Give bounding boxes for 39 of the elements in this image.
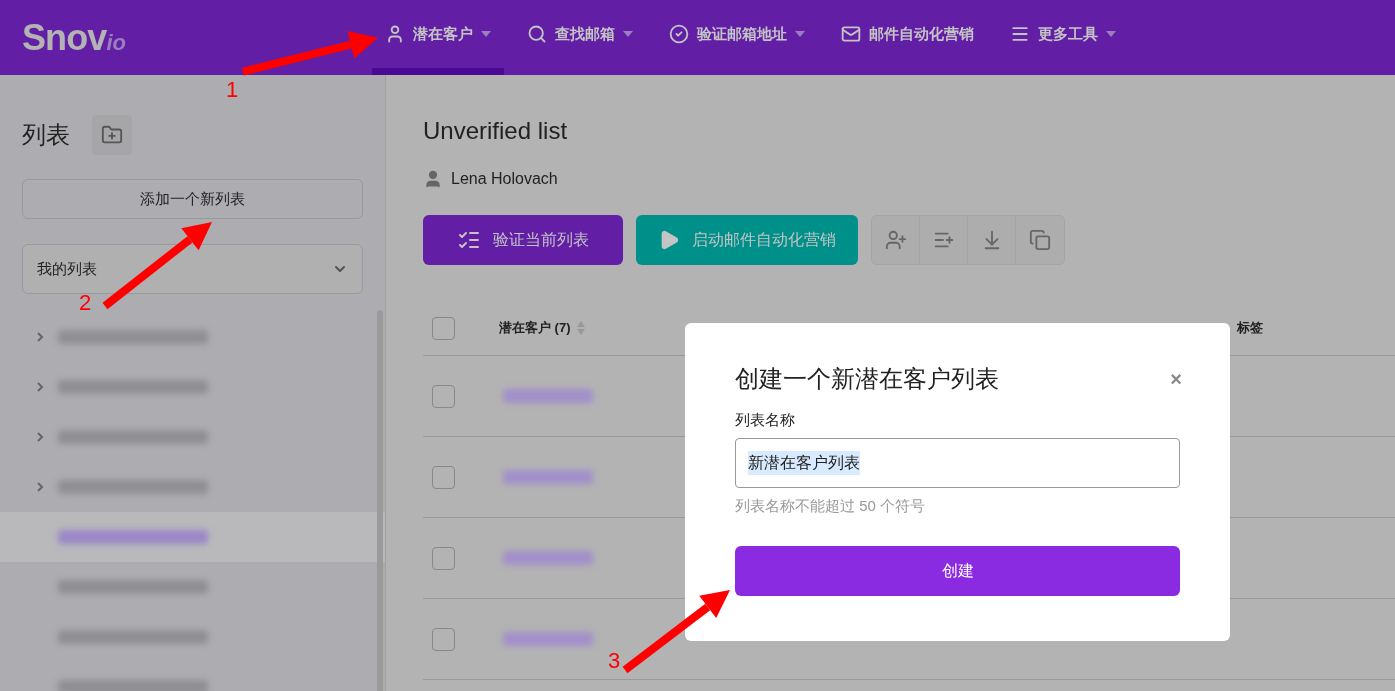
annotation-number: 3 [608, 650, 621, 672]
row-checkbox[interactable] [432, 465, 455, 489]
check-circle-icon [669, 24, 689, 44]
nav-tab[interactable]: 邮件自动化营销 [828, 0, 987, 75]
add-list-button[interactable]: 添加一个新列表 [22, 179, 363, 219]
logo[interactable]: Snovio [22, 10, 372, 65]
new-folder-button[interactable] [92, 115, 132, 155]
dialog-title: 创建一个新潜在客户列表 [735, 367, 999, 391]
list-title: Unverified list [423, 119, 569, 143]
column-header[interactable]: 潜在客户 (7) [499, 318, 571, 338]
list-name-field[interactable]: 新潜在客户列表 [735, 437, 1180, 488]
user-icon [385, 24, 405, 44]
close-button[interactable]: × [1170, 369, 1182, 389]
list-filter-dropdown[interactable]: 我的列表 [22, 244, 363, 294]
row-checkbox[interactable] [432, 627, 455, 651]
column-header: 标签 [1236, 319, 1263, 338]
nav-tab[interactable]: 更多工具 [997, 0, 1129, 75]
nav-tab[interactable]: 查找邮箱 [514, 0, 646, 75]
row-checkbox[interactable] [432, 546, 455, 570]
sidebar-title: 列表 [22, 120, 70, 150]
menu-icon [1010, 24, 1030, 44]
field-label: 列表名称 [735, 410, 796, 430]
user-plus-icon [884, 229, 907, 251]
nav-tab[interactable]: 验证邮箱地址 [656, 0, 818, 75]
annotation-number: 1 [226, 79, 239, 101]
copy-icon [1029, 229, 1051, 251]
hint-text: 列表名称不能超过 50 个符号 [735, 495, 927, 516]
verify-list-button[interactable]: 验证当前列表 [423, 215, 623, 265]
list-item[interactable] [0, 512, 385, 562]
folder-plus-icon [101, 124, 123, 146]
select-all-checkbox[interactable] [432, 316, 455, 340]
create-button[interactable]: 创建 [735, 546, 1180, 596]
annotation-number: 2 [79, 292, 92, 314]
sort-icon[interactable] [576, 321, 585, 335]
mail-icon [841, 24, 861, 44]
row-checkbox[interactable] [432, 384, 455, 408]
user-icon [423, 169, 443, 189]
search-icon [527, 24, 547, 44]
owner-name: Lena Holovach [451, 169, 558, 189]
